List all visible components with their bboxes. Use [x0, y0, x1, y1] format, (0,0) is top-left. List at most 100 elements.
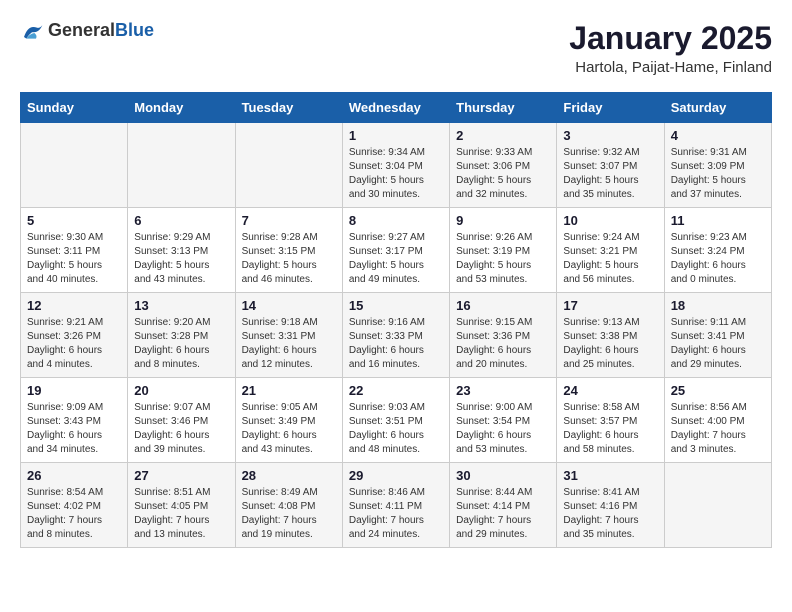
logo-blue: Blue: [115, 20, 154, 40]
day-info: Sunrise: 8:56 AM Sunset: 4:00 PM Dayligh…: [671, 401, 765, 457]
day-info: Sunrise: 9:05 AM Sunset: 3:49 PM Dayligh…: [242, 401, 336, 457]
day-info: Sunrise: 9:20 AM Sunset: 3:28 PM Dayligh…: [134, 316, 228, 372]
calendar-cell-3-4: 15Sunrise: 9:16 AM Sunset: 3:33 PM Dayli…: [342, 293, 449, 378]
day-info: Sunrise: 8:49 AM Sunset: 4:08 PM Dayligh…: [242, 486, 336, 542]
day-info: Sunrise: 8:51 AM Sunset: 4:05 PM Dayligh…: [134, 486, 228, 542]
day-number: 7: [242, 213, 336, 228]
day-number: 3: [563, 128, 657, 143]
day-info: Sunrise: 9:32 AM Sunset: 3:07 PM Dayligh…: [563, 146, 657, 202]
calendar-header: Sunday Monday Tuesday Wednesday Thursday…: [21, 93, 772, 123]
calendar-cell-2-2: 6Sunrise: 9:29 AM Sunset: 3:13 PM Daylig…: [128, 208, 235, 293]
calendar-cell-5-7: [664, 463, 771, 548]
calendar-cell-2-7: 11 Sunrise: 9:23 AM Sunset: 3:24 PM Dayli…: [664, 208, 771, 293]
day-info: Sunrise: 8:58 AM Sunset: 3:57 PM Dayligh…: [563, 401, 657, 457]
day-info: Sunrise: 9:23 AM Sunset: 3:24 PM Dayligh…: [671, 231, 765, 287]
day-info: Sunrise: 8:41 AM Sunset: 4:16 PM Dayligh…: [563, 486, 657, 542]
calendar-cell-4-1: 19Sunrise: 9:09 AM Sunset: 3:43 PM Dayli…: [21, 378, 128, 463]
day-number: 10: [563, 213, 657, 228]
header-thursday: Thursday: [450, 93, 557, 123]
day-number: 8: [349, 213, 443, 228]
calendar-cell-1-2: [128, 123, 235, 208]
calendar-cell-5-4: 29Sunrise: 8:46 AM Sunset: 4:11 PM Dayli…: [342, 463, 449, 548]
header-monday: Monday: [128, 93, 235, 123]
calendar-cell-4-6: 24 Sunrise: 8:58 AM Sunset: 3:57 PM Dayli…: [557, 378, 664, 463]
day-number: 28: [242, 468, 336, 483]
header-friday: Friday: [557, 93, 664, 123]
day-info: Sunrise: 9:16 AM Sunset: 3:33 PM Dayligh…: [349, 316, 443, 372]
calendar-cell-5-1: 26 Sunrise: 8:54 AM Sunset: 4:02 PM Dayli…: [21, 463, 128, 548]
calendar-cell-4-3: 21 Sunrise: 9:05 AM Sunset: 3:49 PM Dayli…: [235, 378, 342, 463]
day-number: 17: [563, 298, 657, 313]
logo-icon: [20, 21, 44, 41]
logo: GeneralBlue: [20, 20, 154, 41]
day-info: Sunrise: 9:11 AM Sunset: 3:41 PM Dayligh…: [671, 316, 765, 372]
day-number: 19: [27, 383, 121, 398]
calendar-cell-1-1: [21, 123, 128, 208]
calendar-cell-5-2: 27 Sunrise: 8:51 AM Sunset: 4:05 PM Dayli…: [128, 463, 235, 548]
day-info: Sunrise: 9:30 AM Sunset: 3:11 PM Dayligh…: [27, 231, 121, 287]
calendar-cell-1-7: 4 Sunrise: 9:31 AM Sunset: 3:09 PM Daylig…: [664, 123, 771, 208]
calendar-cell-5-3: 28 Sunrise: 8:49 AM Sunset: 4:08 PM Dayli…: [235, 463, 342, 548]
header-sunday: Sunday: [21, 93, 128, 123]
day-number: 14: [242, 298, 336, 313]
day-number: 16: [456, 298, 550, 313]
header-wednesday: Wednesday: [342, 93, 449, 123]
day-number: 5: [27, 213, 121, 228]
calendar-week-3: 12Sunrise: 9:21 AM Sunset: 3:26 PM Dayli…: [21, 293, 772, 378]
calendar-week-2: 5 Sunrise: 9:30 AM Sunset: 3:11 PM Daylig…: [21, 208, 772, 293]
day-info: Sunrise: 9:07 AM Sunset: 3:46 PM Dayligh…: [134, 401, 228, 457]
calendar-cell-5-6: 31Sunrise: 8:41 AM Sunset: 4:16 PM Dayli…: [557, 463, 664, 548]
calendar-cell-2-5: 9Sunrise: 9:26 AM Sunset: 3:19 PM Daylig…: [450, 208, 557, 293]
calendar-cell-2-3: 7 Sunrise: 9:28 AM Sunset: 3:15 PM Daylig…: [235, 208, 342, 293]
day-number: 9: [456, 213, 550, 228]
calendar-week-4: 19Sunrise: 9:09 AM Sunset: 3:43 PM Dayli…: [21, 378, 772, 463]
day-number: 25: [671, 383, 765, 398]
day-number: 26: [27, 468, 121, 483]
day-info: Sunrise: 9:27 AM Sunset: 3:17 PM Dayligh…: [349, 231, 443, 287]
page-header: GeneralBlue January 2025 Hartola, Paijat…: [20, 20, 772, 76]
weekday-header-row: Sunday Monday Tuesday Wednesday Thursday…: [21, 93, 772, 123]
day-info: Sunrise: 9:34 AM Sunset: 3:04 PM Dayligh…: [349, 146, 443, 202]
calendar-table: Sunday Monday Tuesday Wednesday Thursday…: [20, 92, 772, 548]
day-info: Sunrise: 9:33 AM Sunset: 3:06 PM Dayligh…: [456, 146, 550, 202]
calendar-cell-1-3: [235, 123, 342, 208]
day-number: 4: [671, 128, 765, 143]
logo-general: General: [48, 20, 115, 40]
day-number: 24: [563, 383, 657, 398]
day-number: 30: [456, 468, 550, 483]
day-number: 11: [671, 213, 765, 228]
calendar-cell-3-3: 14Sunrise: 9:18 AM Sunset: 3:31 PM Dayli…: [235, 293, 342, 378]
day-info: Sunrise: 8:54 AM Sunset: 4:02 PM Dayligh…: [27, 486, 121, 542]
day-info: Sunrise: 9:13 AM Sunset: 3:38 PM Dayligh…: [563, 316, 657, 372]
calendar-cell-4-5: 23Sunrise: 9:00 AM Sunset: 3:54 PM Dayli…: [450, 378, 557, 463]
calendar-body: 1 Sunrise: 9:34 AM Sunset: 3:04 PM Daylig…: [21, 123, 772, 548]
day-number: 21: [242, 383, 336, 398]
calendar-cell-4-4: 22 Sunrise: 9:03 AM Sunset: 3:51 PM Dayli…: [342, 378, 449, 463]
day-number: 27: [134, 468, 228, 483]
calendar-cell-3-5: 16Sunrise: 9:15 AM Sunset: 3:36 PM Dayli…: [450, 293, 557, 378]
calendar-week-1: 1 Sunrise: 9:34 AM Sunset: 3:04 PM Daylig…: [21, 123, 772, 208]
day-number: 22: [349, 383, 443, 398]
day-number: 6: [134, 213, 228, 228]
day-info: Sunrise: 9:21 AM Sunset: 3:26 PM Dayligh…: [27, 316, 121, 372]
day-info: Sunrise: 8:44 AM Sunset: 4:14 PM Dayligh…: [456, 486, 550, 542]
day-info: Sunrise: 9:28 AM Sunset: 3:15 PM Dayligh…: [242, 231, 336, 287]
calendar-cell-3-6: 17 Sunrise: 9:13 AM Sunset: 3:38 PM Dayli…: [557, 293, 664, 378]
day-info: Sunrise: 9:00 AM Sunset: 3:54 PM Dayligh…: [456, 401, 550, 457]
calendar-cell-4-7: 25 Sunrise: 8:56 AM Sunset: 4:00 PM Dayli…: [664, 378, 771, 463]
calendar-title: January 2025: [569, 20, 772, 57]
calendar-week-5: 26 Sunrise: 8:54 AM Sunset: 4:02 PM Dayli…: [21, 463, 772, 548]
calendar-cell-3-2: 13Sunrise: 9:20 AM Sunset: 3:28 PM Dayli…: [128, 293, 235, 378]
day-number: 2: [456, 128, 550, 143]
calendar-cell-2-1: 5 Sunrise: 9:30 AM Sunset: 3:11 PM Daylig…: [21, 208, 128, 293]
calendar-cell-3-1: 12Sunrise: 9:21 AM Sunset: 3:26 PM Dayli…: [21, 293, 128, 378]
logo-text: GeneralBlue: [48, 20, 154, 41]
day-info: Sunrise: 9:31 AM Sunset: 3:09 PM Dayligh…: [671, 146, 765, 202]
day-number: 1: [349, 128, 443, 143]
day-number: 29: [349, 468, 443, 483]
calendar-cell-1-5: 2 Sunrise: 9:33 AM Sunset: 3:06 PM Daylig…: [450, 123, 557, 208]
day-info: Sunrise: 9:03 AM Sunset: 3:51 PM Dayligh…: [349, 401, 443, 457]
calendar-subtitle: Hartola, Paijat-Hame, Finland: [569, 59, 772, 76]
calendar-cell-3-7: 18Sunrise: 9:11 AM Sunset: 3:41 PM Dayli…: [664, 293, 771, 378]
day-info: Sunrise: 9:24 AM Sunset: 3:21 PM Dayligh…: [563, 231, 657, 287]
